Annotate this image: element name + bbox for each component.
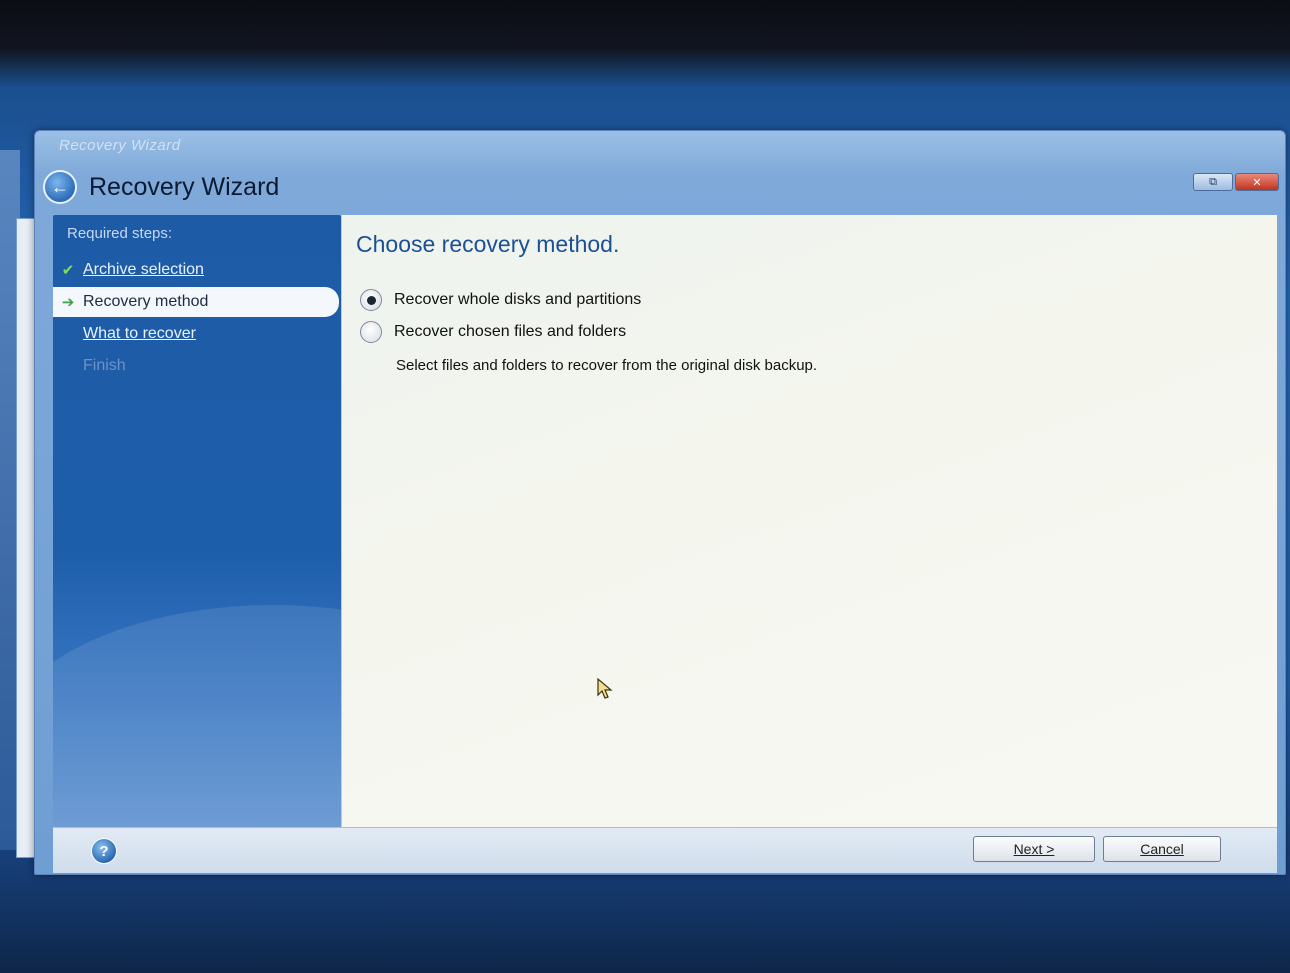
sidebar-item-what-to-recover[interactable]: What to recover [53, 319, 341, 349]
next-button[interactable]: Next > [973, 836, 1095, 862]
option-description: Select files and folders to recover from… [396, 357, 818, 374]
arrow-right-icon: ➔ [61, 294, 75, 311]
page-title: Choose recovery method. [356, 231, 620, 257]
sidebar-item-label: Finish [83, 357, 126, 374]
window-header: ← Recovery Wizard [43, 167, 279, 207]
option-recover-files-folders[interactable]: Recover chosen files and folders [360, 321, 626, 343]
radio-button-selected[interactable] [360, 289, 382, 311]
check-icon: ✔ [61, 262, 75, 279]
radio-dot-icon [366, 295, 376, 305]
window-controls: ⧉ ✕ [1193, 173, 1279, 191]
main-content: Choose recovery method. Recover whole di… [341, 215, 1277, 827]
window-title: Recovery Wizard [89, 172, 280, 201]
steps-sidebar: Required steps: ✔ Archive selection ➔ Re… [53, 215, 341, 827]
cancel-button[interactable]: Cancel [1103, 836, 1221, 862]
option-label: Recover chosen files and folders [394, 323, 627, 340]
close-button[interactable]: ✕ [1235, 173, 1279, 191]
radio-button-unselected[interactable] [360, 321, 382, 343]
window-caption: Recovery Wizard [59, 137, 181, 154]
sidebar-item-finish: Finish [53, 351, 341, 381]
sidebar-item-recovery-method[interactable]: ➔ Recovery method [53, 287, 339, 317]
sidebar-item-label: Recovery method [83, 293, 209, 310]
recovery-wizard-window: Recovery Wizard ← Recovery Wizard ⧉ ✕ Re… [34, 130, 1286, 875]
option-label: Recover whole disks and partitions [394, 291, 642, 308]
sidebar-item-label: What to recover [83, 325, 196, 342]
wizard-footer: ? Next > Cancel [53, 827, 1277, 873]
help-icon[interactable]: ? [91, 838, 117, 864]
sidebar-item-archive-selection[interactable]: ✔ Archive selection [53, 255, 341, 285]
restore-button[interactable]: ⧉ [1193, 173, 1233, 191]
option-recover-whole-disks[interactable]: Recover whole disks and partitions [360, 289, 641, 311]
sidebar-heading: Required steps: [67, 225, 173, 242]
mouse-cursor-icon [597, 677, 613, 699]
sidebar-item-label: Archive selection [83, 261, 204, 278]
back-arrow-icon[interactable]: ← [43, 170, 77, 204]
